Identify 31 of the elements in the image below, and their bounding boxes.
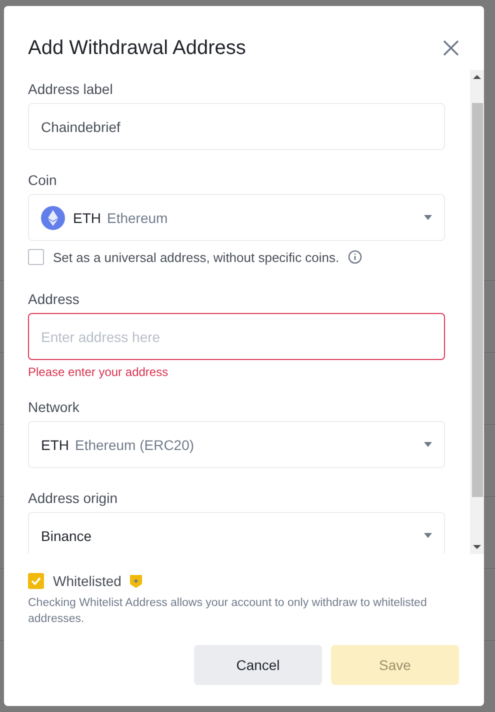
caret-icon — [424, 533, 432, 538]
scrollbar[interactable] — [470, 70, 484, 554]
error-message: Please enter your address — [28, 365, 170, 379]
field-label: Network — [28, 399, 80, 415]
coin-symbol: ETH — [73, 210, 101, 226]
coin-name: Ethereum — [107, 210, 169, 226]
input-field[interactable]: Chaindebrief — [28, 103, 445, 150]
coin-symbol: ETH — [41, 436, 69, 452]
coin-icon — [41, 206, 65, 230]
field-label: Address label — [28, 81, 114, 97]
coin-name: Ethereum (ERC20) — [75, 436, 196, 452]
checkbox-label: Set as a universal address, without specific coins. — [53, 250, 340, 264]
checkbox[interactable] — [28, 249, 44, 265]
select-value: Binance — [41, 528, 93, 544]
caret-icon — [424, 215, 432, 220]
checkbox[interactable] — [28, 573, 44, 589]
select-field[interactable]: ETH Ethereum — [28, 194, 445, 241]
select-field[interactable]: ETH Ethereum (ERC20) — [28, 421, 445, 468]
cancel-button[interactable]: Cancel — [194, 645, 322, 685]
field-label: Coin — [28, 172, 58, 188]
select-field[interactable]: Binance — [28, 512, 445, 554]
field-label: Address — [28, 291, 80, 307]
input-field[interactable]: Enter address here — [28, 313, 445, 360]
checkbox-label: Whitelisted — [53, 573, 122, 589]
shield-icon — [130, 574, 142, 588]
check-icon — [31, 577, 41, 585]
dialog-title: Add Withdrawal Address — [28, 36, 246, 60]
field-label: Address origin — [28, 490, 118, 506]
info-icon[interactable] — [348, 250, 362, 264]
whitelist-description: Checking Whitelist Address allows your account to only withdraw to whitelisted addresses. — [28, 596, 428, 627]
caret-icon — [424, 442, 432, 447]
